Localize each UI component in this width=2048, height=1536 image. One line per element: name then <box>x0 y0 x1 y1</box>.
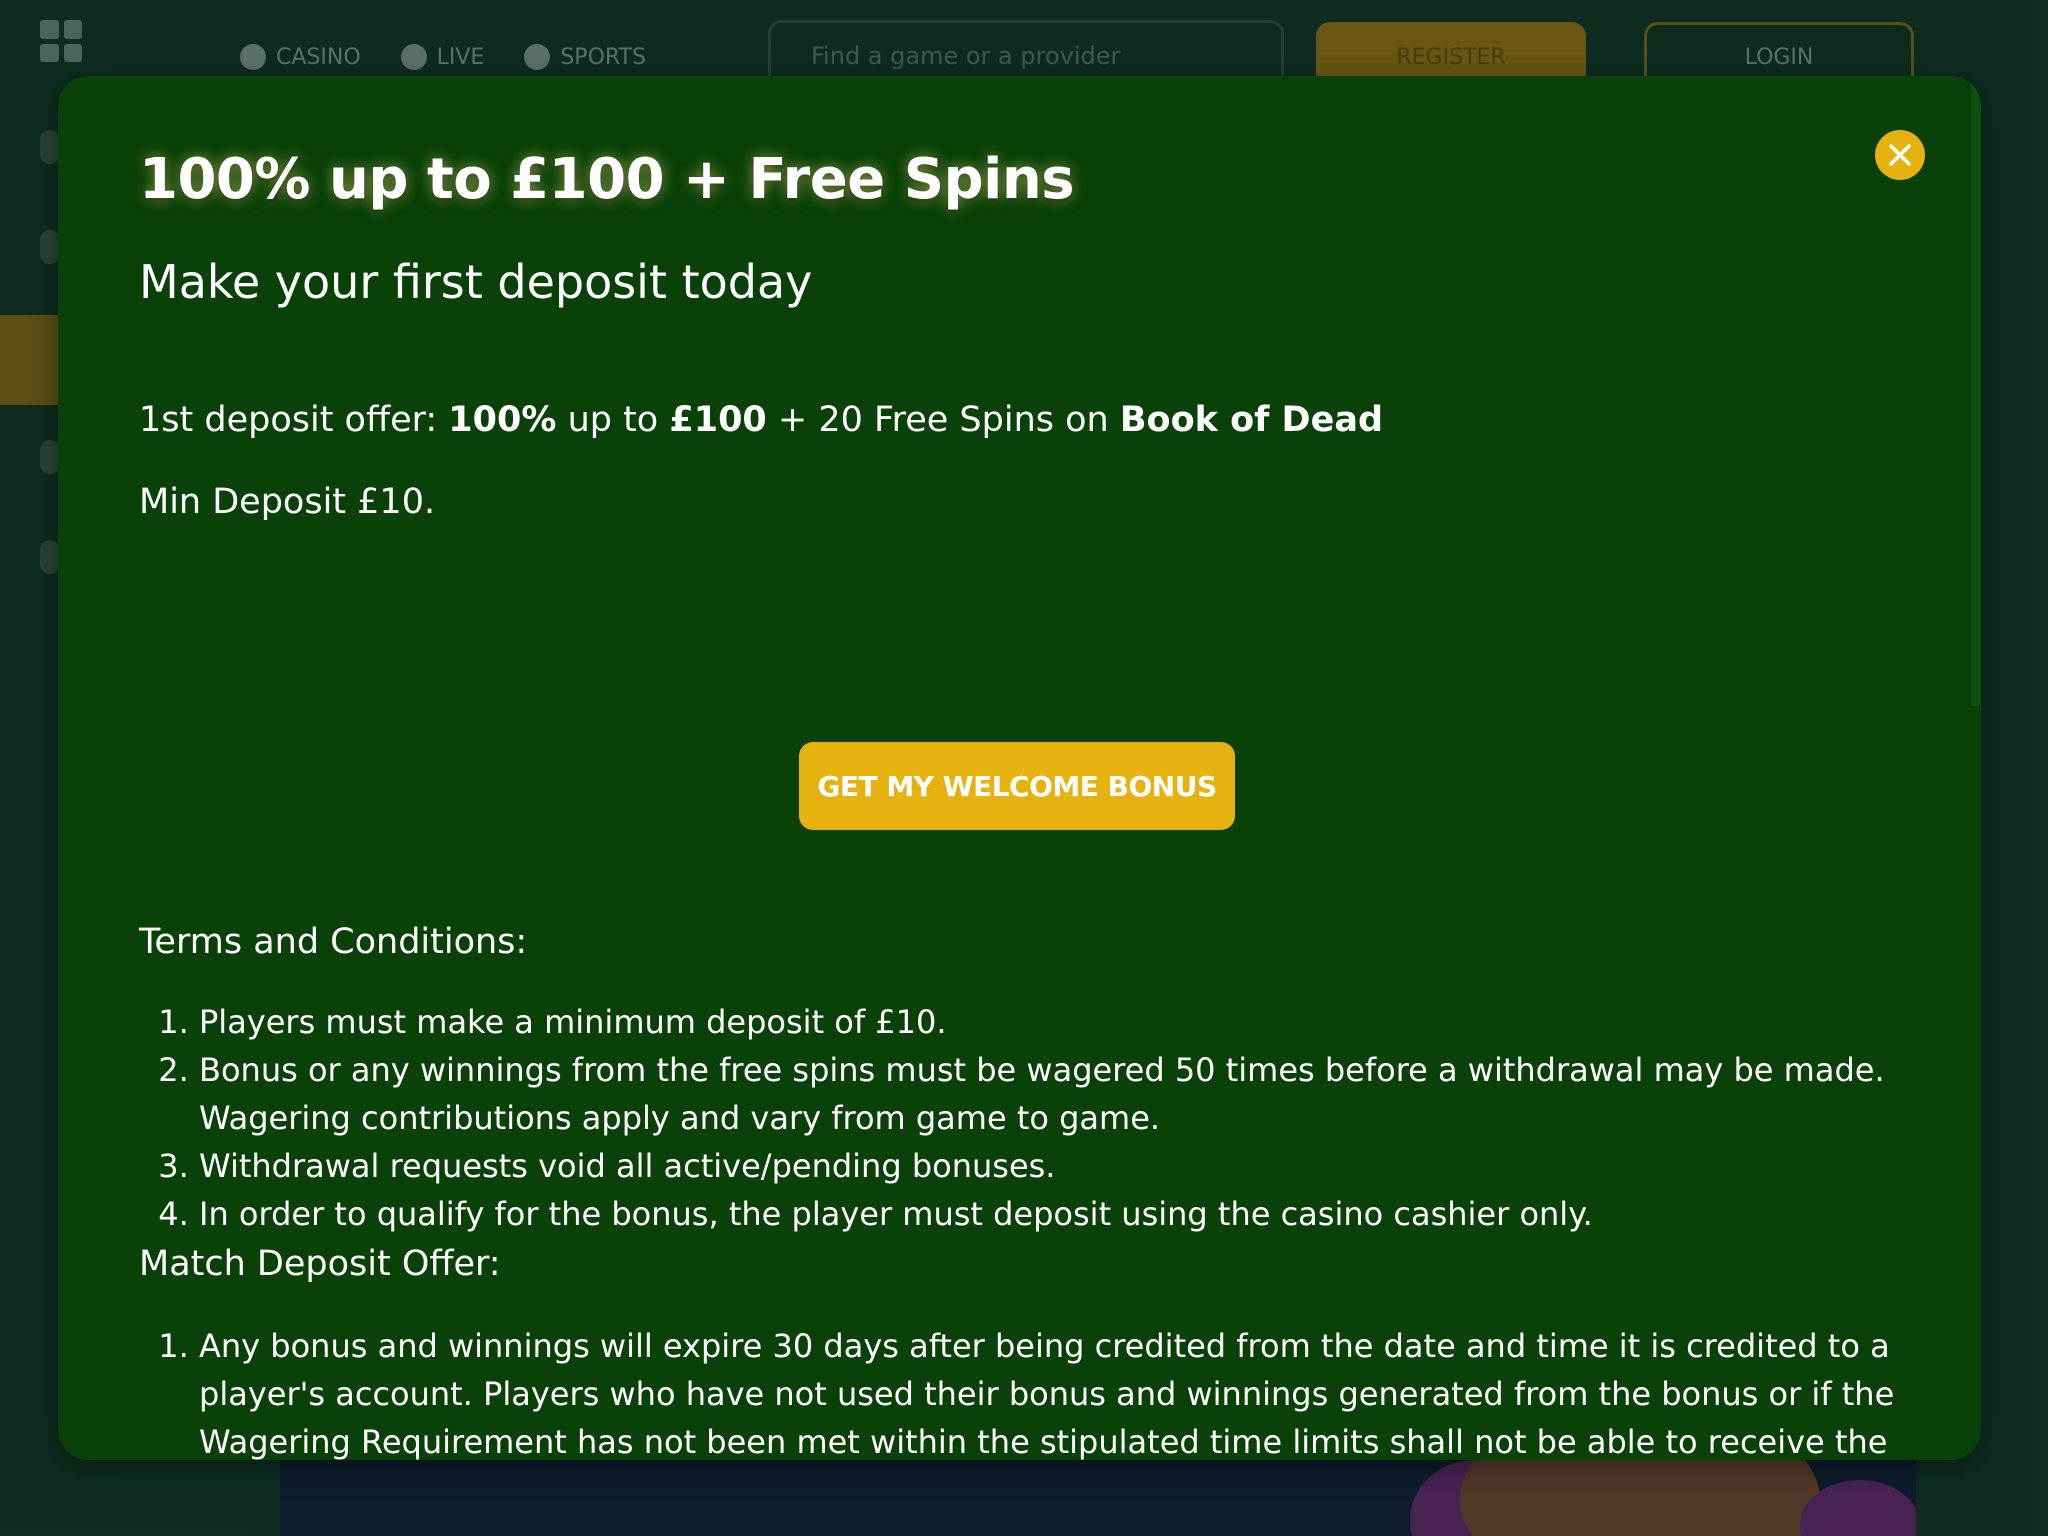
modal-content: 100% up to £100 + Free Spins Make your f… <box>139 146 1939 1460</box>
cta-container: GET MY WELCOME BONUS <box>139 742 1895 830</box>
terms-list: Players must make a minimum deposit of £… <box>139 998 1919 1238</box>
list-item: In order to qualify for the bonus, the p… <box>199 1190 1919 1238</box>
match-deposit-list: Any bonus and winnings will expire 30 da… <box>139 1322 1919 1460</box>
get-welcome-bonus-button[interactable]: GET MY WELCOME BONUS <box>799 742 1235 830</box>
offer-description: 1st deposit offer: 100% up to £100 + 20 … <box>139 398 1939 444</box>
modal-title: 100% up to £100 + Free Spins <box>139 147 1075 212</box>
list-item: Bonus or any winnings from the free spin… <box>199 1046 1919 1142</box>
min-deposit: Min Deposit £10. <box>139 481 436 522</box>
list-item: Withdrawal requests void all active/pend… <box>199 1142 1919 1190</box>
offer-percent: 100% <box>448 400 557 441</box>
offer-game: Book of Dead <box>1119 400 1383 441</box>
list-item: Any bonus and winnings will expire 30 da… <box>199 1322 1919 1460</box>
terms-heading: Terms and Conditions: <box>139 922 528 962</box>
offer-text: up to <box>556 400 670 441</box>
offer-prefix: 1st deposit offer: <box>139 400 449 441</box>
welcome-bonus-modal: 100% up to £100 + Free Spins Make your f… <box>58 76 1981 1460</box>
offer-text: + 20 Free Spins on <box>766 400 1120 441</box>
list-item: Players must make a minimum deposit of £… <box>199 998 1919 1046</box>
offer-amount: £100 <box>669 400 767 441</box>
modal-scrollbar[interactable] <box>1971 76 1981 706</box>
match-deposit-heading: Match Deposit Offer: <box>139 1244 501 1284</box>
modal-subtitle: Make your first deposit today <box>139 255 813 310</box>
